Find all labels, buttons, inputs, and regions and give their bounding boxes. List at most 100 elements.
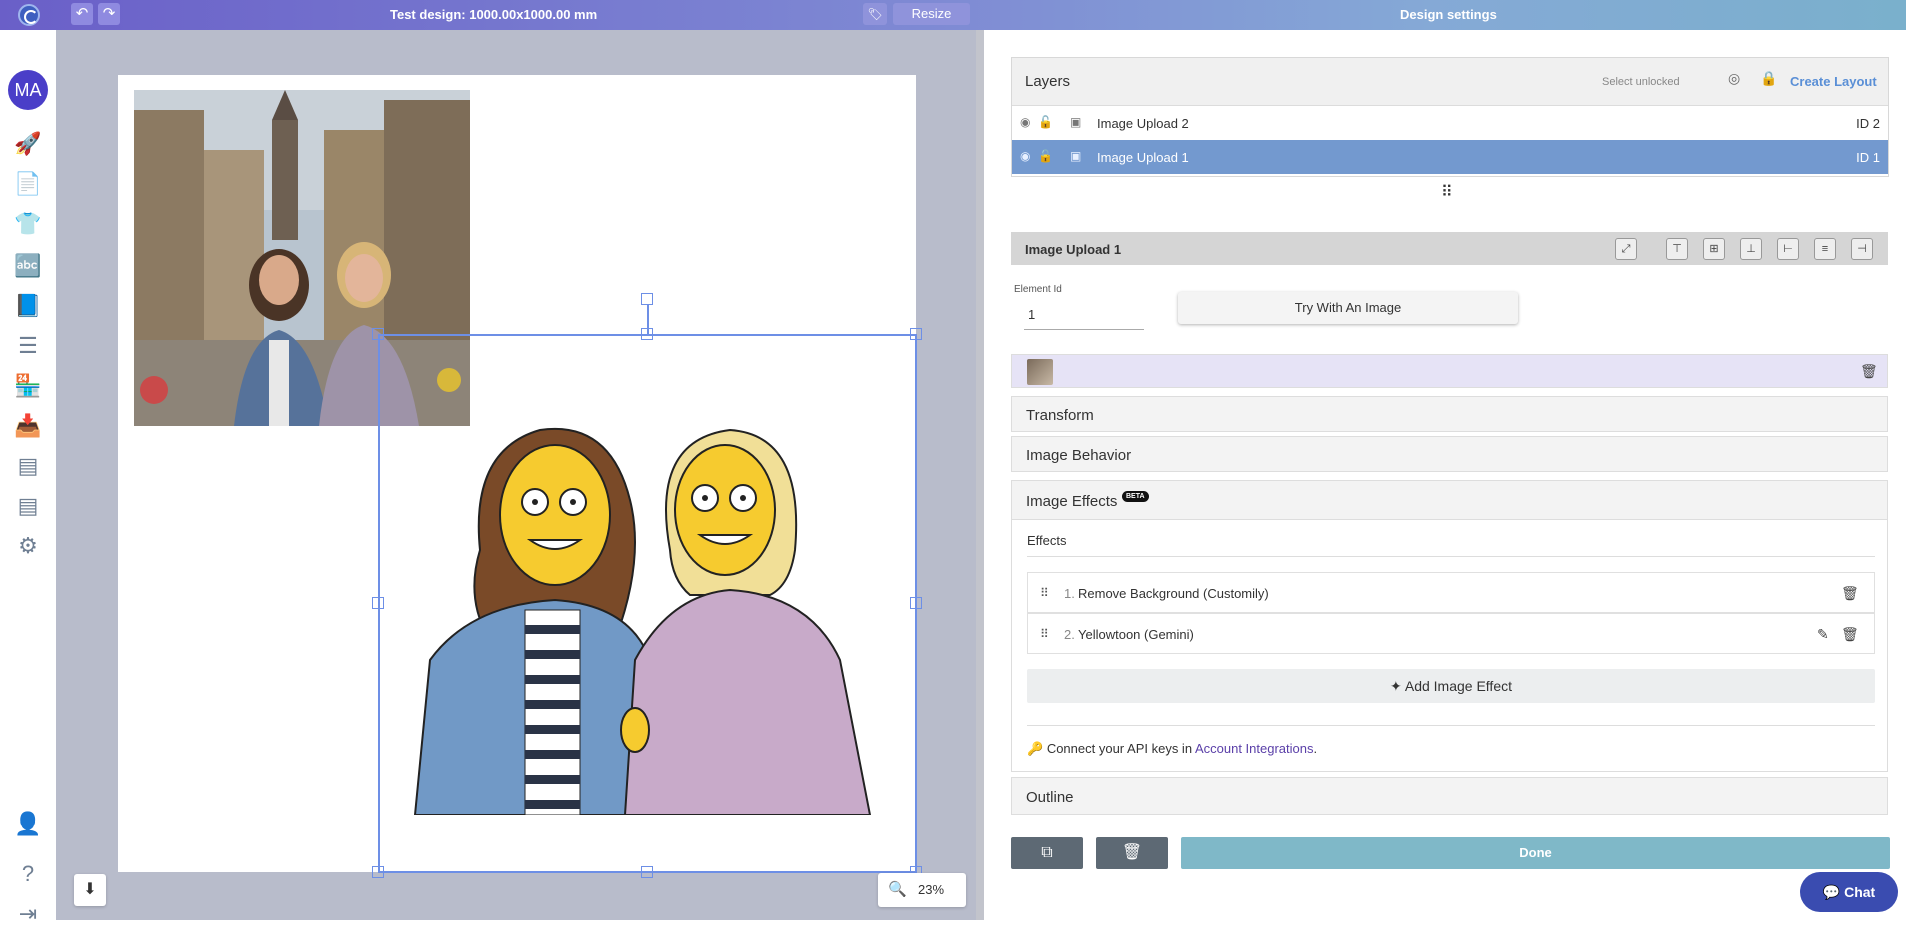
document-icon[interactable]: 📄 bbox=[14, 170, 42, 198]
resize-handle-nw[interactable] bbox=[372, 328, 384, 340]
unlock-icon[interactable]: 🔓 bbox=[1038, 149, 1053, 163]
cartoon-image[interactable] bbox=[410, 410, 890, 816]
transform-section[interactable]: Transform bbox=[1011, 396, 1888, 432]
resize-handle-n[interactable] bbox=[641, 328, 653, 340]
effect-number: 2. bbox=[1064, 627, 1075, 642]
eye-icon[interactable]: ◉ bbox=[1020, 115, 1030, 129]
beta-badge: BETA bbox=[1122, 491, 1149, 502]
align-bottom-icon[interactable]: ⊥ bbox=[1740, 238, 1762, 260]
user-settings-icon[interactable]: 👤 bbox=[14, 810, 42, 838]
layers-title: Layers bbox=[1025, 73, 1071, 90]
logout-icon[interactable]: ⇥ bbox=[14, 900, 42, 928]
sidebar: MA 🚀 📄 👕 🔤 📘 ☰ 🏪 📥 ▤ ▤ ⚙ 👤? ⇥ bbox=[0, 30, 56, 926]
image-thumbnail[interactable] bbox=[1027, 359, 1053, 385]
trash-icon[interactable]: 🗑 bbox=[1841, 585, 1859, 602]
align-top-icon[interactable]: ⊤ bbox=[1666, 238, 1688, 260]
divider bbox=[1027, 556, 1875, 557]
delete-button[interactable]: 🗑 bbox=[1096, 837, 1168, 869]
zoom-icon: 🔍 bbox=[888, 881, 907, 898]
avatar[interactable]: MA bbox=[8, 70, 48, 110]
layer-id: ID 2 bbox=[1856, 116, 1880, 131]
effects-label: Effects bbox=[1027, 533, 1067, 548]
key-icon: 🔑 bbox=[1027, 741, 1044, 756]
element-id-label: Element Id bbox=[1014, 284, 1062, 295]
layer-name: Image Upload 1 bbox=[1097, 150, 1189, 165]
drag-handle-icon[interactable]: ⠿ bbox=[1040, 627, 1049, 641]
book-icon[interactable]: 📘 bbox=[14, 292, 42, 320]
resize-handle-w[interactable] bbox=[372, 597, 384, 609]
trash-icon[interactable]: 🗑 bbox=[1841, 626, 1859, 643]
select-unlocked-button[interactable]: Select unlocked bbox=[1602, 76, 1680, 88]
trash-icon: 🗑 bbox=[1121, 844, 1143, 861]
drag-grip-icon[interactable]: ⠿ bbox=[1441, 182, 1453, 202]
design-title: Test design: 1000.00x1000.00 mm bbox=[390, 7, 598, 22]
rocket-icon[interactable]: 🚀 bbox=[14, 130, 42, 158]
redo-icon[interactable]: ↷ bbox=[98, 3, 120, 25]
layer-id: ID 1 bbox=[1856, 150, 1880, 165]
resize-handle-e[interactable] bbox=[910, 597, 922, 609]
effect-name: Yellowtoon (Gemini) bbox=[1078, 627, 1194, 642]
unlock-icon[interactable]: 🔓 bbox=[1038, 115, 1053, 129]
align-center-icon[interactable]: ≡ bbox=[1814, 238, 1836, 260]
effect-row[interactable]: ⠿ 1. Remove Background (Customily) 🗑 bbox=[1027, 572, 1875, 613]
account-integrations-link[interactable]: Account Integrations bbox=[1195, 741, 1314, 756]
duplicate-button[interactable]: ⧉ bbox=[1011, 837, 1083, 869]
top-bar: ↶ ↷ Test design: 1000.00x1000.00 mm 🏷 Re… bbox=[0, 0, 1906, 30]
fit-icon[interactable]: ⤢ bbox=[1615, 238, 1637, 260]
element-id-input[interactable]: 1 bbox=[1024, 302, 1144, 330]
trash-icon[interactable]: 🗑 bbox=[1860, 363, 1878, 380]
effect-number: 1. bbox=[1064, 586, 1075, 601]
layer-row[interactable]: ◉ 🔓 ▣ Image Upload 1 ID 1 bbox=[1012, 140, 1888, 174]
layer-row[interactable]: ◉ 🔓 ▣ Image Upload 2 ID 2 bbox=[1012, 106, 1888, 140]
resize-handle-sw[interactable] bbox=[372, 866, 384, 878]
chat-button[interactable]: 💬 Chat bbox=[1800, 872, 1898, 912]
drag-handle-icon[interactable]: ⠿ bbox=[1040, 586, 1049, 600]
sparkle-icon: ✦ bbox=[1390, 678, 1405, 694]
app-logo-icon[interactable] bbox=[18, 4, 40, 26]
image-layer-icon: ▣ bbox=[1070, 149, 1082, 163]
outline-section[interactable]: Outline bbox=[1011, 777, 1888, 815]
align-middle-icon[interactable]: ⊞ bbox=[1703, 238, 1725, 260]
fonts-icon[interactable]: 🔤 bbox=[14, 252, 42, 280]
create-layout-link[interactable]: Create Layout bbox=[1790, 74, 1877, 89]
panel-title: Design settings bbox=[1400, 7, 1497, 22]
image-asset-row[interactable]: 🗑 bbox=[1011, 354, 1888, 388]
layer-name: Image Upload 2 bbox=[1097, 116, 1189, 131]
chat-icon: 💬 bbox=[1822, 884, 1845, 900]
zoom-value: 23% bbox=[918, 882, 945, 897]
image-layer-icon: ▣ bbox=[1070, 115, 1082, 129]
effect-row[interactable]: ⠿ 2. Yellowtoon (Gemini) 🗑 ✎ bbox=[1027, 613, 1875, 654]
try-with-image-button[interactable]: Try With An Image bbox=[1178, 292, 1518, 324]
align-left-icon[interactable]: ⊢ bbox=[1777, 238, 1799, 260]
lock-icon[interactable]: 🔒 bbox=[1760, 70, 1777, 87]
edit-icon[interactable]: ✎ bbox=[1817, 626, 1829, 643]
eye-icon[interactable]: ◉ bbox=[1020, 149, 1030, 163]
layers-header: Layers Select unlocked ◎ 🔒 Create Layout bbox=[1012, 58, 1888, 106]
canvas-scrollbar[interactable] bbox=[976, 30, 984, 920]
element-title: Image Upload 1 bbox=[1025, 242, 1122, 257]
tshirt-icon[interactable]: 👕 bbox=[14, 210, 42, 238]
duplicate-icon: ⧉ bbox=[1041, 844, 1053, 861]
resize-handle-ne[interactable] bbox=[910, 328, 922, 340]
image-behavior-section[interactable]: Image Behavior bbox=[1011, 436, 1888, 472]
store-icon[interactable]: 🏪 bbox=[14, 372, 42, 400]
table-list-2-icon[interactable]: ▤ bbox=[14, 492, 42, 520]
inbox-icon[interactable]: 📥 bbox=[14, 412, 42, 440]
zoom-control[interactable]: 🔍 23% bbox=[878, 873, 966, 907]
table-list-icon[interactable]: ▤ bbox=[14, 452, 42, 480]
resize-handle-s[interactable] bbox=[641, 866, 653, 878]
element-header: Image Upload 1 ⤢ ⊤ ⊞ ⊥ ⊢ ≡ ⊣ bbox=[1011, 232, 1888, 265]
tag-icon[interactable]: 🏷 bbox=[863, 3, 887, 25]
align-right-icon[interactable]: ⊣ bbox=[1851, 238, 1873, 260]
add-image-effect-button[interactable]: ✦ Add Image Effect bbox=[1027, 669, 1875, 703]
eye-off-icon[interactable]: ◎ bbox=[1728, 70, 1740, 87]
resize-button[interactable]: Resize bbox=[893, 3, 970, 25]
help-icon[interactable]: ? bbox=[14, 860, 42, 888]
undo-icon[interactable]: ↶ bbox=[71, 3, 93, 25]
divider bbox=[1027, 725, 1875, 726]
settings-icon[interactable]: ⚙ bbox=[14, 532, 42, 560]
rotate-handle[interactable] bbox=[641, 293, 653, 305]
done-button[interactable]: Done bbox=[1181, 837, 1890, 869]
list-icon[interactable]: ☰ bbox=[14, 332, 42, 360]
download-icon[interactable]: ⬇ bbox=[74, 874, 106, 906]
